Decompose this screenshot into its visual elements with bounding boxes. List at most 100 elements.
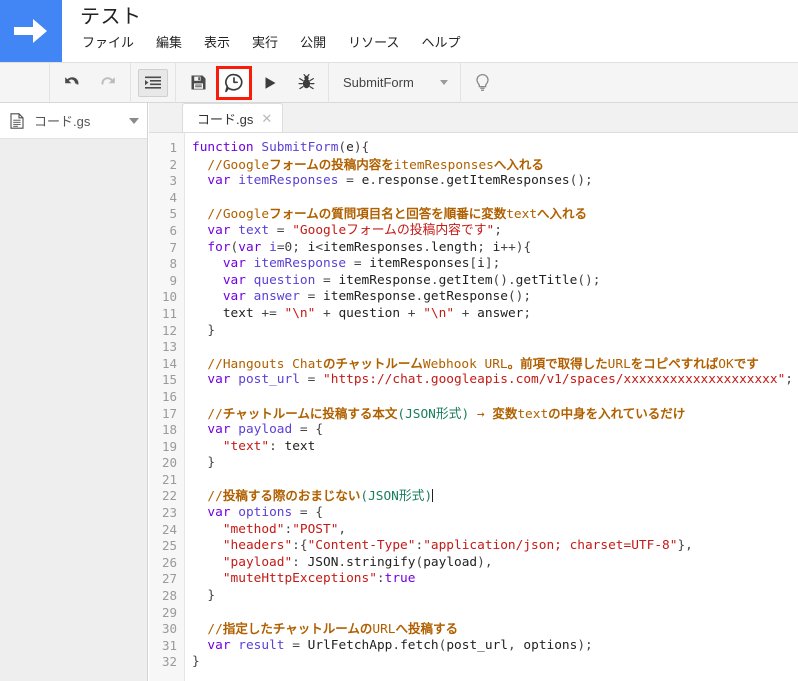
indent-format-button[interactable] — [138, 68, 168, 97]
code-line: for(var i=0; i<itemResponses.length; i++… — [207, 239, 532, 255]
line-number: 8 — [169, 256, 177, 272]
lightbulb-button[interactable] — [468, 69, 498, 97]
chevron-down-icon[interactable] — [129, 117, 139, 124]
line-number: 18 — [161, 422, 177, 438]
menubar: ファイル 編集 表示 実行 公開 リソース ヘルプ — [80, 33, 462, 53]
line-number: 19 — [161, 438, 177, 454]
line-number: 24 — [161, 521, 177, 537]
toolbar-help-group — [461, 63, 505, 102]
line-number: 21 — [161, 471, 177, 487]
line-number: 31 — [161, 637, 177, 653]
undo-icon — [65, 76, 79, 85]
debug-button[interactable] — [291, 69, 321, 97]
line-number: 26 — [161, 554, 177, 570]
toolbar: SubmitForm — [0, 62, 798, 103]
code-line: var text = "Googleフォームの投稿内容です"; — [207, 222, 502, 238]
arrow-right-icon — [14, 19, 47, 43]
code-line: "headers":{"Content-Type":"application/j… — [222, 538, 693, 554]
run-play-icon — [265, 76, 276, 89]
line-number: 32 — [161, 654, 177, 670]
text-cursor — [432, 489, 434, 503]
code-line: } — [207, 455, 216, 471]
apps-script-editor-window: テスト ファイル 編集 表示 実行 公開 リソース ヘルプ SubmitForm… — [0, 0, 798, 681]
sidebar-file-item[interactable]: コード.gs — [0, 103, 147, 139]
code-line: //Googleフォームの質問項目名と回答を順番に変数textへ入れる — [207, 206, 588, 223]
app-header: テスト ファイル 編集 表示 実行 公開 リソース ヘルプ — [0, 0, 798, 62]
code-line: //Hangouts Chatのチャットルー厶Webhook URL。前項で取得… — [207, 355, 759, 372]
line-number: 9 — [169, 272, 177, 288]
menu-file[interactable]: ファイル — [80, 33, 136, 53]
code-line: //投稿する際のおまじない(JSON形式) — [207, 488, 434, 505]
function-select[interactable]: SubmitForm — [329, 63, 460, 102]
debug-bug-icon — [298, 74, 314, 90]
code-line: var result = UrlFetchApp.fetch(post_url,… — [207, 637, 593, 653]
code-line: //Googleフォームの投稿内容をitemResponsesへ入れる — [207, 156, 544, 173]
code-line: "muteHttpExceptions":true — [222, 571, 416, 587]
line-number: 28 — [161, 588, 177, 604]
toolbar-left-spacer — [0, 63, 50, 102]
code-line: //指定したチャットルームのURLへ投稿する — [207, 621, 458, 638]
line-number: 20 — [161, 455, 177, 471]
line-number: 3 — [169, 173, 177, 189]
line-number: 5 — [169, 206, 177, 222]
code-line: } — [207, 588, 216, 604]
menu-publish[interactable]: 公開 — [298, 33, 328, 53]
menu-help[interactable]: ヘルプ — [419, 33, 462, 53]
code-content[interactable]: function SubmitForm(e){ //Googleフォームの投稿内… — [185, 133, 798, 681]
line-number-gutter: 1 2 3 4 5 6 7 8 9 10 11 12 13 14 15 16 17 18 19 20 21 22 23 24 2… — [149, 133, 185, 681]
sidebar-file-name: コード.gs — [34, 114, 91, 129]
line-number: 25 — [161, 538, 177, 554]
apps-script-logo[interactable] — [0, 0, 62, 62]
line-number: 30 — [161, 621, 177, 637]
toolbar-history-group — [50, 63, 130, 102]
function-select-value: SubmitForm — [343, 75, 414, 90]
menu-view[interactable]: 表示 — [202, 33, 232, 53]
code-line: } — [192, 654, 200, 670]
code-line: "text": text — [222, 438, 316, 454]
line-number: 16 — [161, 388, 177, 404]
line-number: 14 — [161, 355, 177, 371]
code-line: //チャットルームに投稿する本文(JSON形式) → 変数textの中身を入れて… — [207, 405, 686, 422]
run-button[interactable] — [255, 69, 285, 97]
line-number: 4 — [169, 189, 177, 205]
editor-tabstrip: コード.gs ✕ — [149, 103, 798, 133]
clock-speech-bubble-triggers-icon — [225, 73, 243, 92]
toolbar-format-group — [131, 63, 175, 102]
close-x-icon[interactable]: ✕ — [261, 112, 272, 125]
toolbar-actions-group — [176, 63, 328, 102]
tab-code-gs[interactable]: コード.gs ✕ — [182, 103, 284, 132]
line-number: 27 — [161, 571, 177, 587]
code-editor[interactable]: 1 2 3 4 5 6 7 8 9 10 11 12 13 14 15 16 17 18 19 20 21 22 23 24 2… — [149, 133, 798, 681]
code-line: "payload": JSON.stringify(payload), — [222, 554, 493, 570]
redo-button[interactable] — [93, 69, 123, 97]
menu-resources[interactable]: リソース — [346, 33, 401, 53]
code-line: text += "\n" + question + "\n" + answer; — [222, 305, 532, 321]
chevron-down-icon — [439, 80, 448, 85]
line-number: 13 — [161, 339, 177, 355]
indent-format-icon — [145, 76, 161, 89]
code-line: var itemResponse = itemResponses[i]; — [222, 256, 501, 272]
document-file-icon — [10, 112, 26, 129]
page-title: テスト — [80, 6, 142, 28]
line-number: 15 — [161, 372, 177, 388]
code-line: var options = { — [207, 505, 324, 521]
line-number: 23 — [161, 505, 177, 521]
header-text-block: テスト ファイル 編集 表示 実行 公開 リソース ヘルプ — [62, 0, 462, 53]
save-button[interactable] — [183, 69, 213, 97]
code-line: var post_url = "https://chat.googleapis.… — [207, 372, 794, 388]
code-line: function SubmitForm(e){ — [192, 140, 370, 155]
menu-run[interactable]: 実行 — [250, 33, 280, 53]
file-sidebar: コード.gs — [0, 103, 148, 681]
code-line: var answer = itemResponse.getResponse(); — [222, 289, 532, 305]
triggers-button[interactable] — [216, 65, 252, 100]
menu-edit[interactable]: 編集 — [154, 33, 184, 53]
line-number: 6 — [169, 222, 177, 238]
line-number: 17 — [161, 405, 177, 421]
undo-button[interactable] — [57, 69, 87, 97]
redo-icon — [101, 76, 115, 85]
